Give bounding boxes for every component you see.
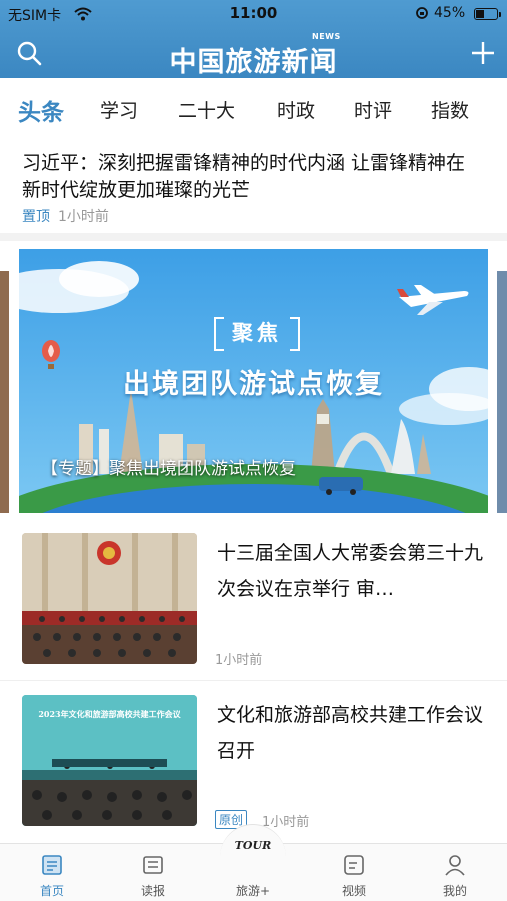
rotation-lock-icon (415, 6, 429, 24)
status-time: 11:00 (229, 4, 278, 22)
news-title: 文化和旅游部高校共建工作会议召开 (217, 704, 484, 762)
tab-politics[interactable]: 时政 (277, 96, 315, 123)
news-time: 1小时前 (262, 815, 310, 830)
nav-video-label: 视频 (341, 884, 366, 898)
news-list-item[interactable]: 十三届全国人大常委会第三十九次会议在京举行 审… 1小时前 (0, 533, 507, 681)
news-time: 1小时前 (215, 653, 263, 668)
tab-headlines[interactable]: 头条 (18, 93, 64, 127)
list-divider (0, 680, 507, 681)
featured-banner[interactable]: 聚焦 出境团队游试点恢复 【专题】聚焦出境团队游试点恢复 (19, 249, 488, 513)
home-news-icon (40, 853, 64, 877)
banner-caption: 【专题】聚焦出境团队游试点恢复 (41, 459, 296, 479)
status-bar: 无SIM卡 11:00 45% (0, 0, 507, 28)
banner-prev-peek[interactable] (0, 271, 9, 513)
newspaper-icon (141, 853, 165, 877)
nav-tour-label: 旅游+ (235, 884, 271, 898)
profile-icon (443, 853, 467, 877)
bottom-nav: TOUR 首页 读报 旅游+ 视频 我的 (0, 824, 507, 901)
thumbnail-caption: 2023年文化和旅游部高校共建工作会议 (38, 709, 181, 719)
tab-commentary[interactable]: 时评 (354, 96, 392, 123)
battery-percent: 45% (434, 5, 466, 21)
tab-index[interactable]: 指数 (431, 96, 469, 123)
headline-time: 1小时前 (58, 209, 109, 225)
news-thumbnail (22, 533, 197, 664)
tab-20th-congress[interactable]: 二十大 (178, 96, 235, 123)
headline-meta: 置顶 1小时前 (22, 206, 109, 226)
app-header: 无SIM卡 11:00 45% NEWS 中国旅游新闻 (0, 0, 507, 78)
category-tabs: 头条 学习 二十大 时政 时评 指数 (0, 78, 507, 140)
nav-home-label: 首页 (39, 884, 64, 898)
nav-profile-label: 我的 (442, 884, 467, 898)
news-thumbnail: 2023年文化和旅游部高校共建工作会议 (22, 695, 197, 826)
tour-logo-icon[interactable]: TOUR (232, 839, 274, 852)
banner-next-peek[interactable] (497, 271, 507, 513)
pinned-badge: 置顶 (22, 209, 50, 225)
banner-kicker: 聚焦 (214, 317, 300, 351)
nav-newspaper-label: 读报 (140, 884, 165, 898)
plus-icon[interactable] (470, 40, 496, 70)
battery-icon (474, 8, 501, 20)
news-list-item[interactable]: 2023年文化和旅游部高校共建工作会议 文化和旅游部高校共建工作会议召开 原创 … (0, 695, 507, 843)
banner-title: 出境团队游试点恢复 (123, 369, 384, 400)
video-icon (342, 853, 366, 877)
news-title: 十三届全国人大常委会第三十九次会议在京举行 审… (217, 542, 484, 600)
section-divider (0, 233, 507, 241)
tab-study[interactable]: 学习 (100, 96, 138, 123)
headline-title[interactable]: 习近平：深刻把握雷锋精神的时代内涵 让雷锋精神在新时代绽放更加璀璨的光芒 (22, 150, 484, 204)
app-logo: 中国旅游新闻 (169, 47, 338, 78)
